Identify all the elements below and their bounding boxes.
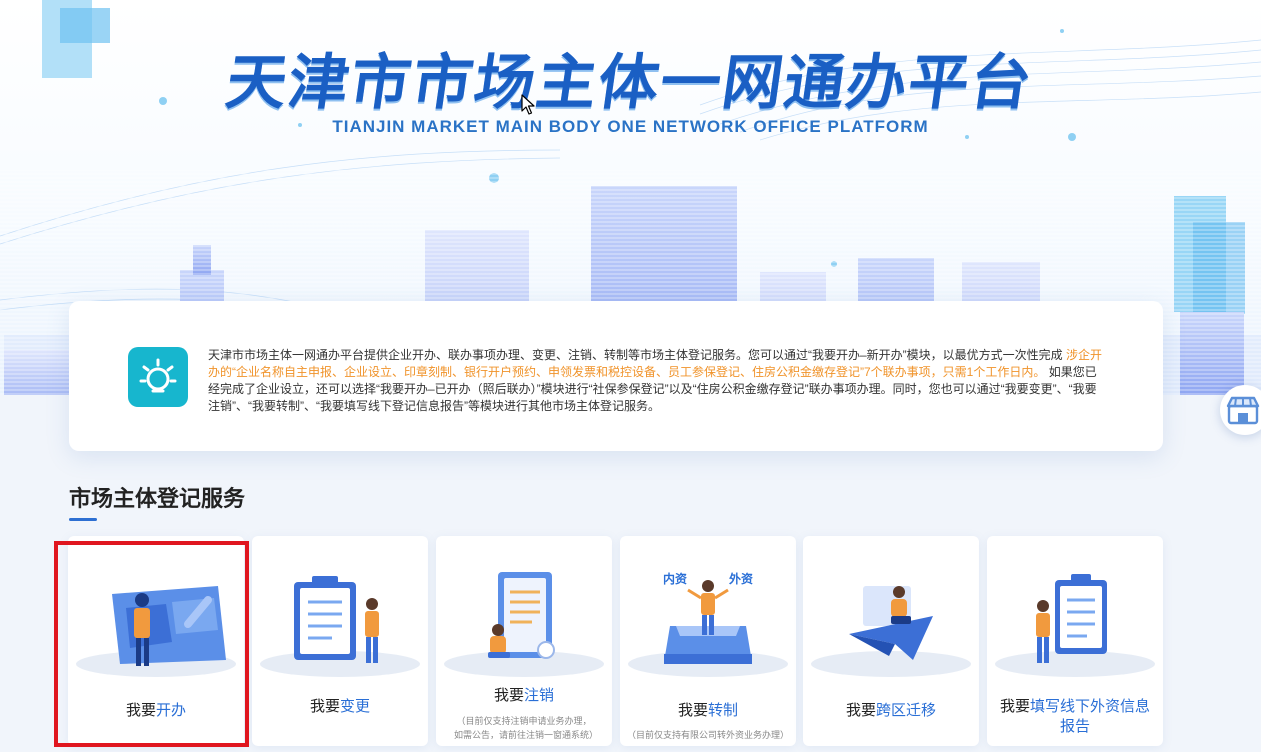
section-underline [69, 518, 97, 521]
convert-note: （目前仅支持有限公司转外资业务办理） [626, 730, 789, 740]
service-label-migrate: 我要跨区迁移 [845, 702, 937, 719]
cancel-note: （目前仅支持注销申请业务办理，如需公告，请前往注销一窗通系统） [454, 716, 599, 740]
service-label-cancel: 我要注销 [493, 687, 555, 704]
convert-illustration [628, 580, 788, 677]
lightbulb-icon [128, 347, 188, 407]
tag-foreign: 外资 [729, 572, 754, 586]
intro-description: 天津市市场主体一网通办平台提供企业开办、联办事项办理、变更、注销、转制等市场主体… [208, 348, 1103, 413]
service-card-open[interactable]: 我要开办 [68, 536, 244, 746]
service-label-change: 我要变更 [309, 698, 371, 715]
page-title: 天津市市场主体一网通办平台 [221, 48, 1038, 118]
service-label-convert: 我要转制 [677, 702, 739, 719]
page-subtitle: TIANJIN MARKET MAIN BODY ONE NETWORK OFF… [332, 117, 929, 136]
section-title: 市场主体登记服务 [69, 486, 246, 511]
migrate-illustration [811, 586, 971, 677]
foreign-report-illustration [995, 574, 1155, 677]
change-illustration [260, 576, 420, 677]
store-icon [1226, 396, 1260, 425]
service-label-open: 我要开办 [125, 702, 187, 719]
service-card-foreign-report[interactable]: 我要填写线下外资信息 报告 [987, 536, 1163, 746]
tag-domestic: 内资 [663, 572, 688, 586]
mouse-cursor-icon [521, 94, 535, 115]
cancel-illustration [444, 572, 604, 677]
service-card-migrate[interactable]: 我要跨区迁移 [803, 536, 979, 746]
intro-card: 天津市市场主体一网通办平台提供企业开办、联办事项办理、变更、注销、转制等市场主体… [69, 301, 1163, 451]
service-label-foreign-report: 我要填写线下外资信息 报告 [999, 698, 1151, 735]
service-card-convert[interactable]: 内资 外资 我要转制 （目前仅支持有限公司转外资业务办理） [620, 536, 796, 746]
side-store-button[interactable] [1220, 385, 1261, 435]
service-card-cancel[interactable]: 我要注销 （目前仅支持注销申请业务办理，如需公告，请前往注销一窗通系统） [436, 536, 612, 746]
service-card-change[interactable]: 我要变更 [252, 536, 428, 746]
open-business-illustration [76, 586, 236, 677]
